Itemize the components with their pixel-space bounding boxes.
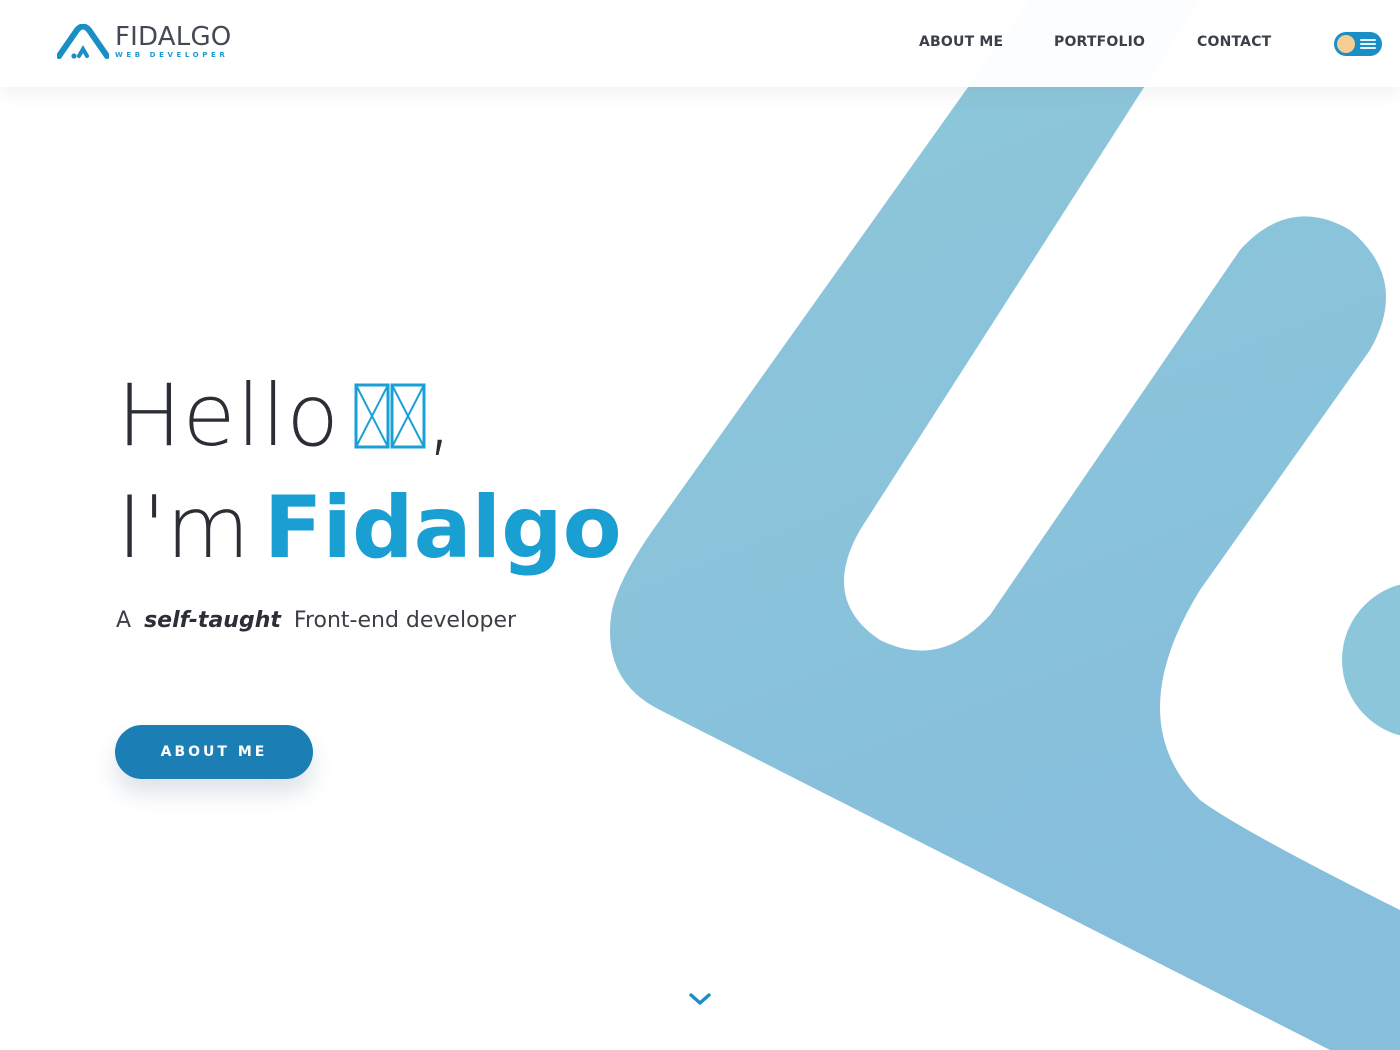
chevron-down-icon[interactable]: [687, 990, 713, 1008]
tagline-emphasis: self-taught: [144, 608, 281, 633]
toggle-lines: [1360, 39, 1376, 49]
waving-hands-icon: [354, 383, 426, 449]
about-me-button[interactable]: ABOUT ME: [115, 725, 313, 779]
landing-page: FIDALGO WEB DEVELOPER ABOUT ME PORTFOLIO…: [0, 0, 1400, 1050]
hero-greeting: Hello ,: [117, 366, 454, 466]
site-header: FIDALGO WEB DEVELOPER ABOUT ME PORTFOLIO…: [0, 0, 1400, 87]
nav-portfolio[interactable]: PORTFOLIO: [1054, 34, 1145, 50]
hero-section: Hello , I'm Fidalgo A self-taught Front-e…: [0, 0, 700, 1050]
greeting-comma: ,: [425, 366, 455, 466]
hero-name: Fidalgo: [263, 478, 622, 578]
theme-toggle[interactable]: [1334, 32, 1382, 56]
theme-toggle-icon: [1337, 35, 1355, 53]
main-nav: ABOUT ME PORTFOLIO CONTACT: [0, 34, 1400, 54]
hero-intro: I'm Fidalgo: [117, 478, 622, 578]
nav-contact[interactable]: CONTACT: [1197, 34, 1271, 50]
tagline-suffix: Front-end developer: [293, 608, 517, 633]
hero-tagline: A self-taught Front-end developer: [116, 608, 516, 633]
tagline-prefix: A: [116, 608, 132, 633]
intro-prefix: I'm: [117, 478, 250, 578]
greeting-text: Hello: [117, 366, 340, 466]
nav-about-me[interactable]: ABOUT ME: [919, 34, 1003, 50]
